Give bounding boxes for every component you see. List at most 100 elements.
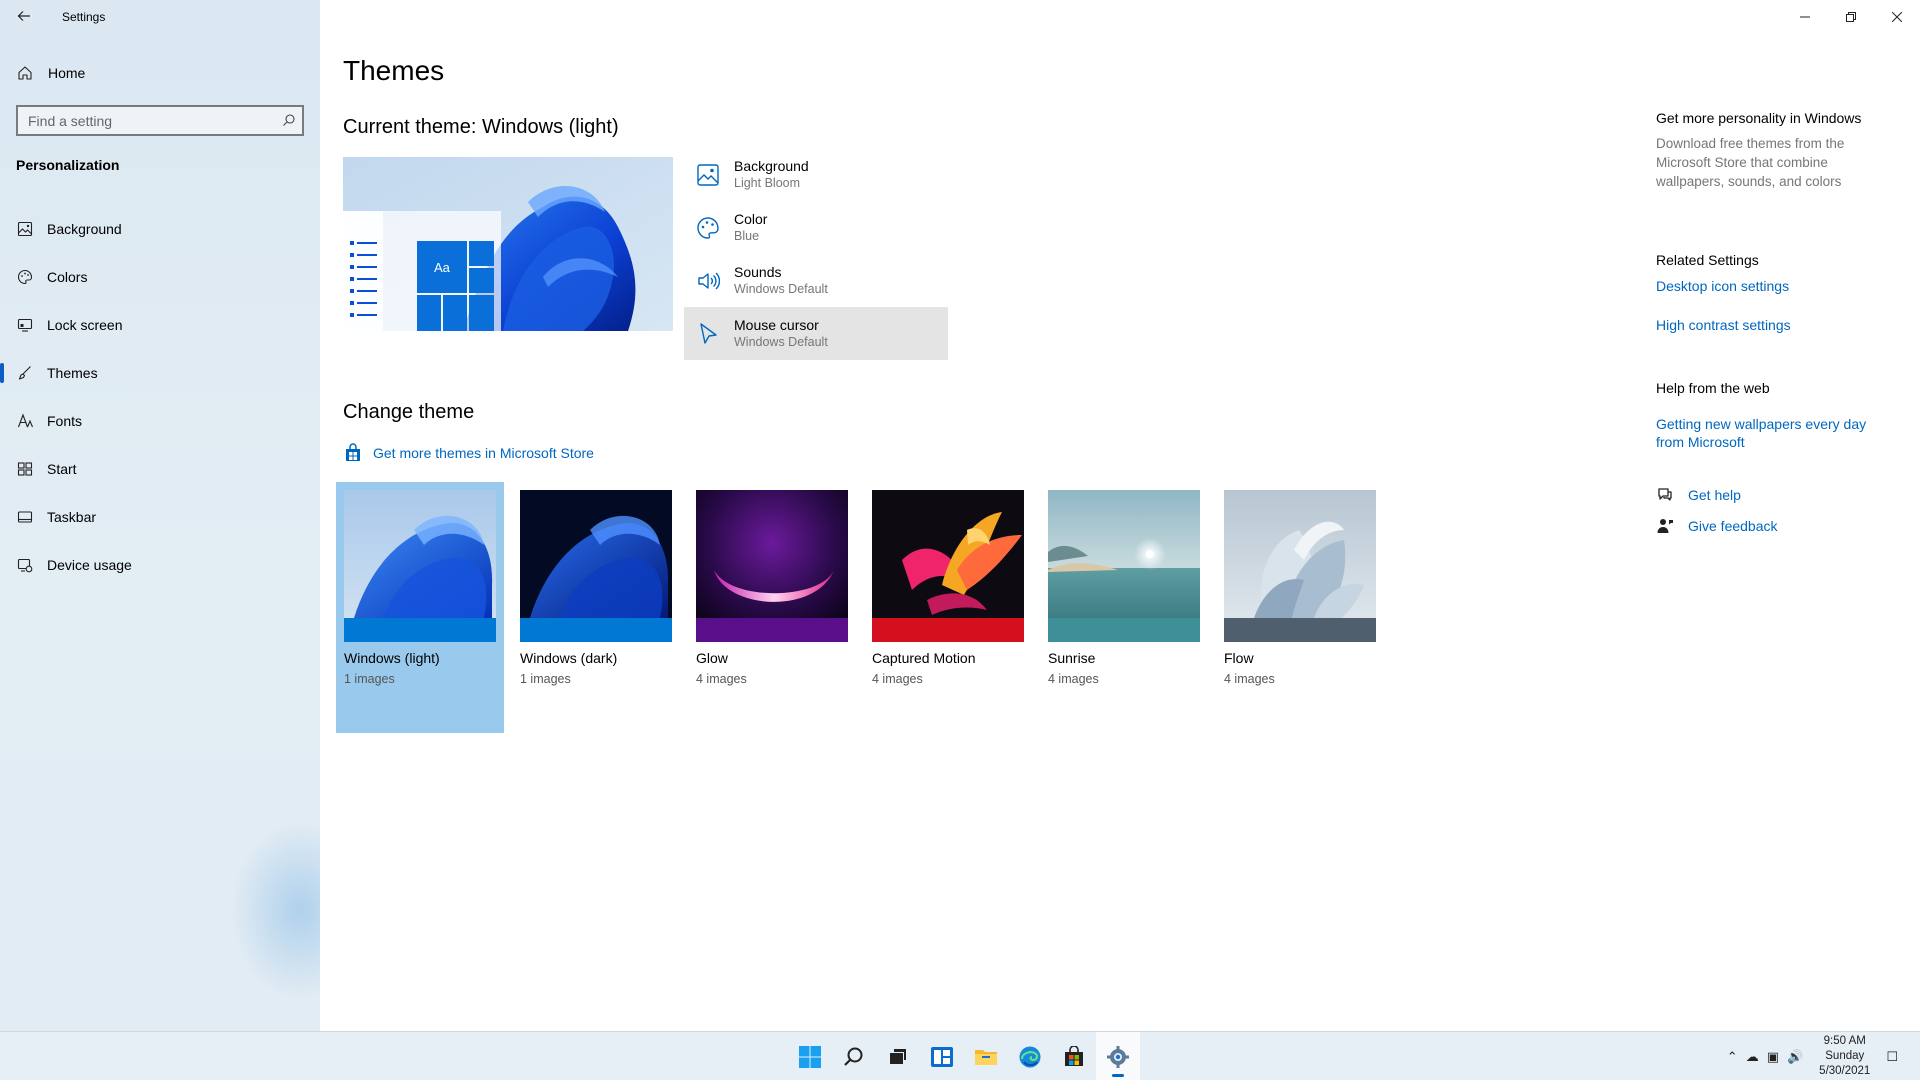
right-panel: Get more personality in Windows Download… bbox=[1656, 110, 1896, 541]
title-bar: Settings bbox=[0, 0, 320, 34]
property-title: Mouse cursor bbox=[734, 317, 819, 333]
task-view-icon bbox=[890, 1048, 906, 1064]
theme-thumbnail bbox=[696, 490, 848, 642]
window-controls bbox=[1782, 0, 1920, 34]
back-button[interactable] bbox=[8, 2, 40, 30]
network-icon[interactable]: ▣ bbox=[1767, 1049, 1779, 1065]
help-heading: Help from the web bbox=[1656, 380, 1770, 396]
property-title: Background bbox=[734, 158, 809, 174]
search-box bbox=[16, 105, 304, 136]
theme-tile-glow[interactable]: Glow 4 images bbox=[688, 482, 856, 733]
taskbar-start-button[interactable] bbox=[788, 1032, 832, 1080]
restore-button[interactable] bbox=[1828, 0, 1874, 34]
personality-text: Download free themes from the Microsoft … bbox=[1656, 136, 1845, 189]
theme-name: Glow bbox=[696, 650, 728, 666]
sidebar-item-taskbar[interactable]: Taskbar bbox=[0, 493, 320, 541]
sidebar-item-background[interactable]: Background bbox=[0, 205, 320, 253]
start-icon bbox=[799, 1045, 821, 1068]
taskbar-apps bbox=[788, 1032, 1140, 1080]
notification-icon[interactable]: ☐ bbox=[1886, 1049, 1898, 1065]
give-feedback-link[interactable]: Give feedback bbox=[1656, 510, 1896, 541]
sidebar-item-label: Taskbar bbox=[47, 509, 97, 525]
taskbar-task-view-button[interactable] bbox=[876, 1032, 920, 1080]
clock[interactable]: 9:50 AM Sunday 5/30/2021 bbox=[1819, 1034, 1870, 1079]
clock-date: 5/30/2021 bbox=[1819, 1065, 1871, 1077]
theme-thumbnail bbox=[1048, 490, 1200, 642]
wallpapers-help-link[interactable]: Getting new wallpapers every day from Mi… bbox=[1656, 415, 1876, 451]
store-icon bbox=[346, 443, 360, 461]
store-link[interactable]: Get more themes in Microsoft Store bbox=[343, 443, 594, 463]
property-background[interactable]: Background Light Bloom bbox=[684, 148, 948, 201]
theme-preview: Aa bbox=[343, 157, 673, 331]
sidebar-item-colors[interactable]: Colors bbox=[0, 253, 320, 301]
related-settings-heading: Related Settings bbox=[1656, 252, 1759, 268]
nav-list: Background Colors Lock screen Themes Fon… bbox=[0, 205, 320, 589]
theme-color-bar bbox=[872, 618, 1024, 642]
file-explorer-icon bbox=[975, 1049, 997, 1065]
cloud-icon[interactable]: ☁ bbox=[1746, 1049, 1759, 1065]
clock-time: 9:50 AM bbox=[1823, 1035, 1866, 1047]
taskbar-edge-button[interactable] bbox=[1008, 1032, 1052, 1080]
theme-color-bar bbox=[696, 618, 848, 642]
section-title: Personalization bbox=[16, 157, 120, 173]
theme-count: 4 images bbox=[1224, 672, 1275, 686]
picture-icon bbox=[16, 220, 34, 238]
volume-icon[interactable]: 🔊 bbox=[1787, 1049, 1803, 1065]
sidebar-item-device-usage[interactable]: Device usage bbox=[0, 541, 320, 589]
high-contrast-settings-link[interactable]: High contrast settings bbox=[1656, 316, 1896, 334]
nav-home-label: Home bbox=[48, 65, 86, 81]
property-sounds[interactable]: Sounds Windows Default bbox=[684, 254, 948, 307]
sidebar-item-themes[interactable]: Themes bbox=[0, 349, 320, 397]
search-icon[interactable] bbox=[282, 113, 296, 127]
theme-tile-flow[interactable]: Flow 4 images bbox=[1216, 482, 1384, 733]
back-arrow-icon bbox=[17, 11, 30, 21]
taskbar-search-button[interactable] bbox=[832, 1032, 876, 1080]
sidebar-item-lock-screen[interactable]: Lock screen bbox=[0, 301, 320, 349]
property-color[interactable]: Color Blue bbox=[684, 201, 948, 254]
home-icon bbox=[16, 64, 34, 82]
theme-gallery: Windows (light) 1 images Windows (dark) … bbox=[336, 482, 1392, 733]
theme-count: 1 images bbox=[344, 672, 395, 686]
theme-name: Windows (dark) bbox=[520, 650, 618, 666]
search-input[interactable] bbox=[18, 112, 258, 129]
sidebar-item-label: Background bbox=[47, 221, 122, 237]
change-theme-heading: Change theme bbox=[343, 401, 475, 423]
theme-count: 4 images bbox=[696, 672, 747, 686]
close-button[interactable] bbox=[1874, 0, 1920, 34]
nav-home[interactable]: Home bbox=[0, 56, 320, 90]
theme-tile-sunrise[interactable]: Sunrise 4 images bbox=[1040, 482, 1208, 733]
theme-name: Windows (light) bbox=[344, 650, 440, 666]
close-icon bbox=[1892, 12, 1902, 22]
sidebar-item-label: Device usage bbox=[47, 557, 132, 573]
give-feedback-label: Give feedback bbox=[1688, 517, 1778, 534]
store-link-label: Get more themes in Microsoft Store bbox=[373, 445, 594, 461]
property-mouse-cursor[interactable]: Mouse cursor Windows Default bbox=[684, 307, 948, 360]
chevron-up-icon[interactable]: ⌃ bbox=[1727, 1049, 1738, 1065]
get-help-link[interactable]: Get help bbox=[1656, 479, 1896, 510]
palette-icon bbox=[16, 268, 34, 286]
feedback-person-icon bbox=[1657, 518, 1673, 533]
theme-tile-windows-light[interactable]: Windows (light) 1 images bbox=[336, 482, 504, 733]
settings-icon bbox=[1107, 1045, 1129, 1068]
sidebar: Settings Home Personalization Background… bbox=[0, 0, 320, 1031]
theme-thumbnail bbox=[344, 490, 496, 642]
minimize-button[interactable] bbox=[1782, 0, 1828, 34]
sidebar-item-start[interactable]: Start bbox=[0, 445, 320, 493]
app-title: Settings bbox=[62, 10, 106, 24]
taskbar-widgets-button[interactable] bbox=[920, 1032, 964, 1080]
brush-icon bbox=[16, 364, 34, 382]
desktop-icon-settings-link[interactable]: Desktop icon settings bbox=[1656, 277, 1896, 295]
sidebar-item-label: Start bbox=[47, 461, 77, 477]
sidebar-item-fonts[interactable]: Fonts bbox=[0, 397, 320, 445]
taskbar-settings-button[interactable] bbox=[1096, 1032, 1140, 1080]
system-tray: ⌃ ☁ ▣ 🔊 9:50 AM Sunday 5/30/2021 ☐ bbox=[1723, 1032, 1902, 1080]
minimize-icon bbox=[1800, 16, 1810, 18]
device-usage-icon bbox=[16, 556, 34, 574]
theme-tile-windows-dark[interactable]: Windows (dark) 1 images bbox=[512, 482, 680, 733]
taskbar-store-button[interactable] bbox=[1052, 1032, 1096, 1080]
property-value: Light Bloom bbox=[734, 176, 801, 190]
theme-name: Flow bbox=[1224, 650, 1254, 666]
sidebar-item-label: Lock screen bbox=[47, 317, 123, 333]
taskbar-file-explorer-button[interactable] bbox=[964, 1032, 1008, 1080]
theme-tile-captured-motion[interactable]: Captured Motion 4 images bbox=[864, 482, 1032, 733]
